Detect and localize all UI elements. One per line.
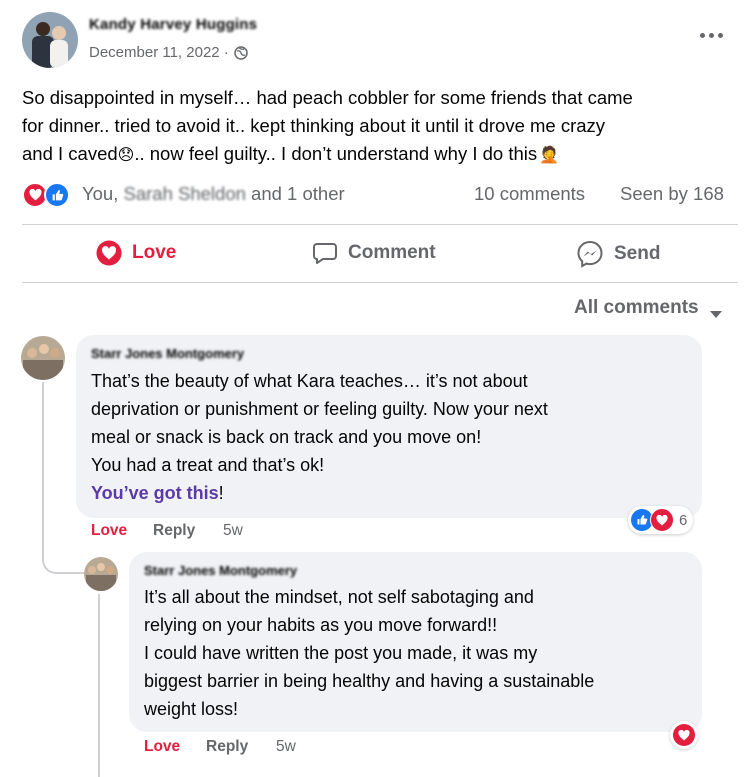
comment-reply-button[interactable]: Reply	[153, 522, 195, 540]
divider	[22, 282, 738, 283]
send-action-label: Send	[614, 243, 661, 264]
comment-author-name[interactable]: Starr Jones Montgomery	[91, 346, 244, 361]
love-reaction-icon	[650, 508, 674, 532]
post-date[interactable]: December 11, 2022 ·	[89, 44, 229, 61]
comment-action-button[interactable]: Comment	[312, 240, 436, 266]
love-action-button[interactable]: Love	[96, 240, 176, 266]
reactors-text[interactable]: You, Sarah Sheldon and 1 other	[82, 183, 345, 205]
post-text-line: and I caved😞.. now feel guilty.. I don’t…	[22, 143, 560, 164]
reply-text: It’s all about the mindset, not self sab…	[144, 587, 595, 719]
reaction-icons[interactable]	[22, 181, 78, 208]
author-avatar[interactable]	[22, 12, 78, 68]
comment-action-label: Comment	[348, 242, 436, 263]
reactor-name[interactable]: Sarah Sheldon	[124, 183, 246, 204]
reply-timestamp[interactable]: 5w	[276, 738, 296, 756]
post-text: So disappointed in myself… had peach cob…	[22, 84, 742, 170]
comments-filter-label: All comments	[574, 297, 699, 318]
more-dots-icon[interactable]	[700, 30, 726, 40]
post-author-name[interactable]: Kandy Harvey Huggins	[89, 16, 257, 33]
love-reaction-icon	[673, 724, 695, 746]
comment-timestamp[interactable]: 5w	[223, 522, 243, 540]
reply-reactions-badge[interactable]	[670, 721, 698, 749]
comment-text: That’s the beauty of what Kara teaches… …	[91, 371, 548, 503]
globe-icon	[234, 45, 248, 60]
disappointed-emoji: 😞	[117, 147, 135, 164]
seen-by-count[interactable]: Seen by 168	[620, 183, 724, 205]
comment-bubble: Starr Jones Montgomery That’s the beauty…	[76, 335, 702, 518]
love-action-label: Love	[132, 242, 177, 263]
reply-love-button[interactable]: Love	[144, 738, 180, 756]
divider	[22, 224, 738, 225]
heart-icon	[96, 240, 122, 266]
reply-bubble: Starr Jones Montgomery It’s all about th…	[129, 552, 702, 732]
mention-link[interactable]: You’ve got this	[91, 483, 219, 503]
messenger-icon	[576, 240, 604, 268]
like-reaction-icon	[44, 182, 70, 208]
comment-icon	[312, 240, 338, 266]
chevron-down-icon	[709, 303, 723, 318]
thread-line	[98, 594, 100, 777]
reply-author-name[interactable]: Starr Jones Montgomery	[144, 563, 297, 578]
post-meta: December 11, 2022 ·	[89, 44, 248, 61]
post-text-line: So disappointed in myself… had peach cob…	[22, 87, 633, 108]
reply-reply-button[interactable]: Reply	[206, 738, 248, 756]
replier-avatar[interactable]	[84, 557, 118, 591]
reaction-count: 6	[679, 511, 688, 529]
comment-reactions-badge[interactable]: 6	[628, 506, 694, 534]
post-text-line: for dinner.. tried to avoid it.. kept th…	[22, 115, 606, 136]
facepalm-emoji: 🤦	[539, 147, 560, 164]
comment-love-button[interactable]: Love	[91, 522, 127, 540]
comments-filter-dropdown[interactable]: All comments	[574, 297, 723, 319]
commenter-avatar[interactable]	[21, 336, 65, 380]
comments-count[interactable]: 10 comments	[474, 183, 585, 205]
send-action-button[interactable]: Send	[576, 240, 660, 268]
